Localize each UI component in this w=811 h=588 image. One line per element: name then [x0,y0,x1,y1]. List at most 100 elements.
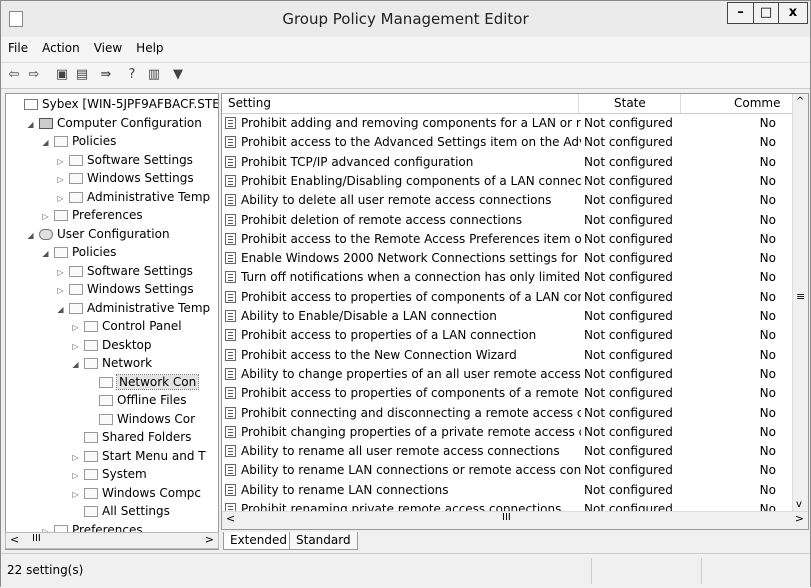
properties-icon[interactable]: ▥ [145,66,163,84]
status-text: 22 setting(s) [7,563,84,577]
list-vertical-scrollbar[interactable]: ^ ≡ v [792,94,808,512]
expand-toggle-icon[interactable]: ▷ [55,282,66,300]
folder-icon [84,432,98,443]
tree-system[interactable]: ▷ System [70,465,146,485]
tree-user-windows-settings[interactable]: ▷ Windows Settings [55,280,193,300]
table-row[interactable]: Ability to rename LAN connections or rem… [222,461,793,480]
expand-toggle-icon[interactable]: ◢ [25,227,36,245]
table-row[interactable]: Prohibit changing properties of a privat… [222,423,793,442]
user-icon [39,228,53,240]
tree-horizontal-scrollbar[interactable]: < III > [5,532,219,549]
tree-windows-components[interactable]: ▷ Windows Compc [70,484,201,502]
expand-toggle-icon[interactable]: ◢ [40,134,51,152]
help-icon[interactable]: ? [123,66,141,84]
expand-toggle-icon[interactable]: ▷ [70,319,81,337]
expand-toggle-icon[interactable]: ▷ [55,153,66,171]
back-arrow-icon[interactable]: ⇦ [5,66,23,84]
tree-computer-configuration[interactable]: ◢ Computer Configuration [25,114,201,134]
table-row[interactable]: Prohibit access to the Advanced Settings… [222,133,793,152]
setting-comment: No [759,444,776,459]
maximize-button[interactable]: □ [753,2,779,24]
table-row[interactable]: Enable Windows 2000 Network Connections … [222,249,793,268]
table-row[interactable]: Prohibit TCP/IP advanced configuration No… [222,153,793,172]
table-row[interactable]: Turn off notifications when a connection… [222,268,793,287]
table-row[interactable]: Prohibit deletion of remote access conne… [222,211,793,230]
table-row[interactable]: Ability to rename all user remote access… [222,442,793,461]
table-row[interactable]: Prohibit access to the New Connection Wi… [222,346,793,365]
table-row[interactable]: Prohibit adding and removing components … [222,114,793,133]
tree-computer-policies[interactable]: ◢ Policies [40,132,116,150]
tree-user-policies[interactable]: ◢ Policies [40,243,116,261]
scroll-up-icon[interactable]: ^ [796,96,804,107]
policy-setting-icon [225,290,236,303]
tree-windows-connect[interactable]: Windows Cor [85,410,195,428]
column-state-header[interactable]: State [614,96,646,110]
scroll-left-icon[interactable]: < [226,512,235,525]
scroll-thumb[interactable]: ≡ [796,290,805,303]
expand-toggle-icon[interactable]: ▷ [70,338,81,356]
menu-help[interactable]: Help [129,37,170,59]
tab-extended[interactable]: Extended [223,532,294,550]
setting-name: Prohibit access to the Advanced Settings… [241,135,581,150]
table-row[interactable]: Prohibit access to properties of compone… [222,288,793,307]
table-row[interactable]: Ability to change properties of an all u… [222,365,793,384]
tab-standard[interactable]: Standard [289,532,358,550]
close-button[interactable]: x [778,2,808,24]
table-row[interactable]: Prohibit connecting and disconnecting a … [222,404,793,423]
expand-toggle-icon[interactable]: ▷ [55,264,66,282]
tree-computer-preferences[interactable]: ▷ Preferences [40,206,142,226]
table-row[interactable]: Prohibit access to properties of compone… [222,384,793,403]
tree-computer-administrative-templates[interactable]: ▷ Administrative Temp [55,188,210,206]
tree-shared-folders[interactable]: Shared Folders [70,428,191,446]
tree-control-panel[interactable]: ▷ Control Panel [70,317,181,337]
tree-computer-windows-settings[interactable]: ▷ Windows Settings [55,169,193,189]
scroll-thumb[interactable]: III [32,533,41,544]
tree-desktop[interactable]: ▷ Desktop [70,336,151,356]
filter-icon[interactable]: ▼ [169,66,187,84]
forward-arrow-icon[interactable]: ⇨ [25,66,43,84]
expand-toggle-icon[interactable]: ▷ [40,208,51,226]
scroll-right-icon[interactable]: > [205,533,214,546]
minimize-button[interactable]: – [727,2,754,24]
scroll-right-icon[interactable]: > [795,512,804,525]
column-comment-header[interactable]: Comme [734,96,780,110]
menu-action[interactable]: Action [35,37,87,59]
tree-all-settings[interactable]: All Settings [70,502,170,520]
column-setting-header[interactable]: Setting [228,96,271,110]
expand-toggle-icon[interactable]: ◢ [25,116,36,134]
table-row[interactable]: Ability to Enable/Disable a LAN connecti… [222,307,793,326]
list-horizontal-scrollbar[interactable]: < III > [222,511,808,529]
expand-toggle-icon[interactable]: ▷ [70,449,81,467]
table-row[interactable]: Prohibit access to the Remote Access Pre… [222,230,793,249]
show-hide-tree-icon[interactable]: ▤ [73,66,91,84]
tree-computer-software-settings[interactable]: ▷ Software Settings [55,151,193,169]
tree-network[interactable]: ◢ Network [70,354,152,372]
tree-root[interactable]: Sybex [WIN-5JPF9AFBACF.STEL [10,95,218,113]
tree-network-connections[interactable]: Network Con [85,373,200,391]
setting-state: Not configured [584,135,673,150]
menu-view[interactable]: View [87,37,129,59]
table-row[interactable]: Ability to delete all user remote access… [222,191,793,210]
expand-toggle-icon[interactable]: ◢ [70,356,81,374]
scroll-left-icon[interactable]: < [10,533,19,546]
expand-toggle-icon[interactable]: ▷ [55,190,66,208]
setting-name: Prohibit Enabling/Disabling components o… [241,173,581,188]
up-folder-icon[interactable]: ▣ [53,66,71,84]
tree-user-software-settings[interactable]: ▷ Software Settings [55,262,193,280]
tree-offline-files[interactable]: Offline Files [85,391,187,409]
table-row[interactable]: Prohibit access to properties of a LAN c… [222,326,793,345]
tree-user-configuration[interactable]: ◢ User Configuration [25,225,169,245]
expand-toggle-icon[interactable]: ▷ [70,486,81,504]
tree-user-administrative-templates[interactable]: ◢ Administrative Temp [55,299,210,317]
scroll-down-icon[interactable]: v [796,499,802,510]
export-list-icon[interactable]: ⇛ [97,66,115,84]
table-row[interactable]: Ability to rename LAN connections Not con… [222,481,793,500]
expand-toggle-icon[interactable]: ▷ [70,467,81,485]
scroll-thumb[interactable]: III [502,512,511,523]
menu-file[interactable]: File [1,37,35,59]
table-row[interactable]: Prohibit Enabling/Disabling components o… [222,172,793,191]
tree-start-menu[interactable]: ▷ Start Menu and T [70,447,205,467]
expand-toggle-icon[interactable]: ◢ [55,301,66,319]
expand-toggle-icon[interactable]: ◢ [40,245,51,263]
expand-toggle-icon[interactable]: ▷ [55,171,66,189]
